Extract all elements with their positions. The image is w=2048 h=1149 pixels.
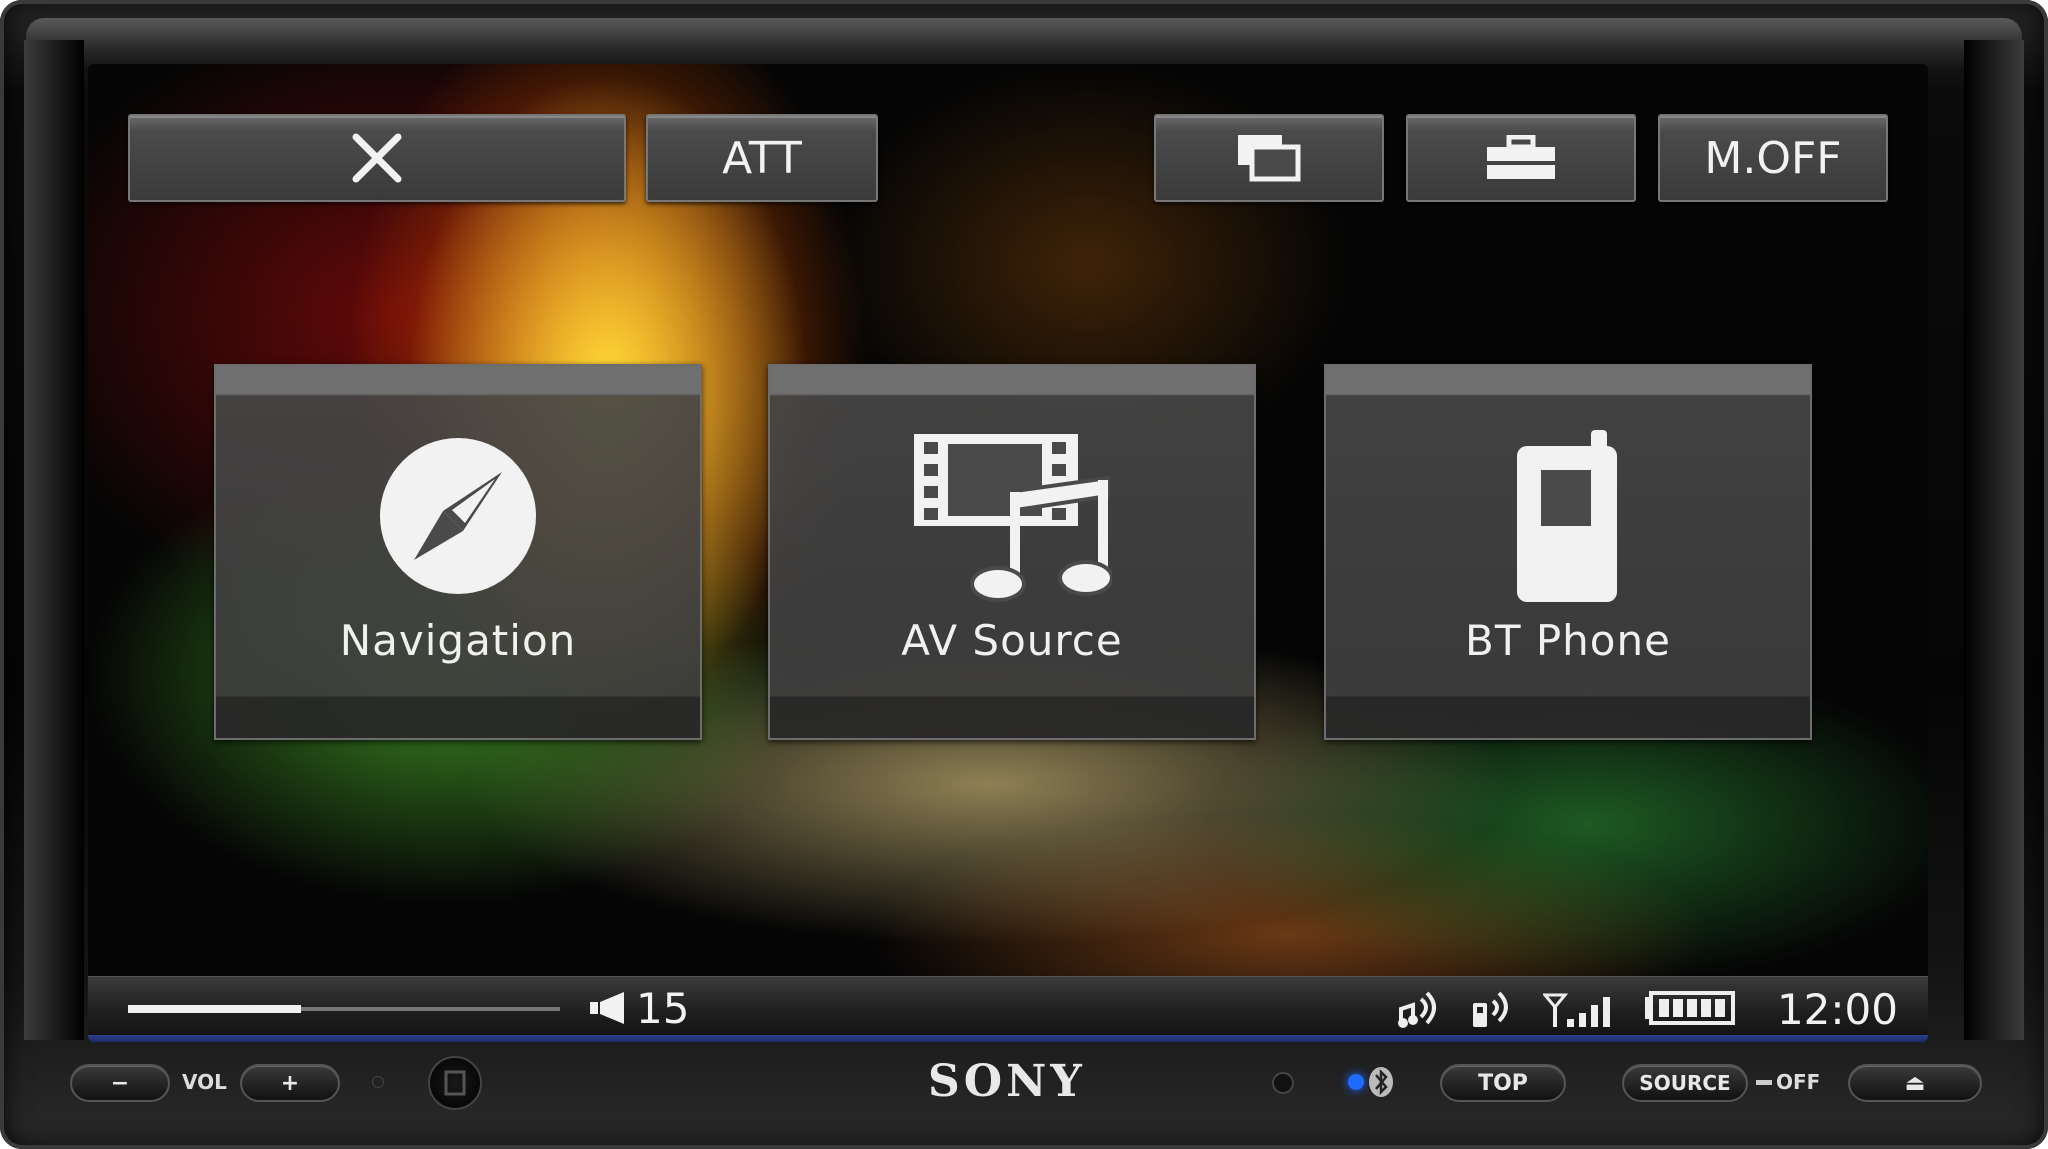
bezel-left (24, 40, 84, 1040)
navigation-label: Navigation (339, 616, 577, 665)
volume-level: 15 (636, 983, 690, 1033)
bt-phone-label: BT Phone (1465, 616, 1671, 665)
signal-icon (1542, 993, 1610, 1027)
att-label: ATT (722, 132, 802, 184)
bezel-right (1964, 40, 2024, 1040)
clock: 12:00 (1776, 984, 1898, 1034)
source-button[interactable]: SOURCE (1622, 1064, 1748, 1102)
off-dash (1756, 1080, 1772, 1085)
volume-down-button[interactable]: − (70, 1064, 170, 1102)
playback-progress-fill (128, 1005, 301, 1013)
playback-progress[interactable] (128, 1005, 560, 1013)
mic-hole (372, 1076, 384, 1088)
speaker-icon (590, 992, 624, 1024)
toolbox-icon (1487, 135, 1555, 179)
settings-button[interactable] (1406, 114, 1636, 202)
ir-sensor (1272, 1072, 1294, 1094)
bt-audio-icon (1397, 991, 1436, 1028)
top-button[interactable]: TOP (1440, 1064, 1566, 1102)
film-music-icon (914, 434, 1112, 602)
eject-icon: ⏏ (1904, 1070, 1926, 1096)
av-source-label: AV Source (901, 616, 1123, 665)
head-unit: ATT M.OFF Navigation AV Source BT Phone … (0, 0, 2048, 1149)
compass-icon (380, 438, 536, 594)
usb-port[interactable] (428, 1056, 482, 1110)
mobile-phone-icon (1517, 430, 1617, 602)
bt-phone-tile[interactable]: BT Phone (1324, 364, 1812, 740)
volume-indicator: 15 (588, 983, 689, 1033)
monitor-off-button[interactable]: M.OFF (1658, 114, 1888, 202)
close-icon (352, 133, 402, 183)
vol-label: VOL (182, 1070, 227, 1094)
bluetooth-icon (1369, 1067, 1393, 1097)
display-switch-button[interactable] (1154, 114, 1384, 202)
hardware-controls: − VOL + SONY TOP SOURCE OFF ⏏ (30, 1042, 2018, 1122)
moff-label: M.OFF (1704, 132, 1842, 184)
bt-phone-icon (1472, 991, 1508, 1027)
bluetooth-led (1348, 1074, 1364, 1090)
navigation-tile[interactable]: Navigation (214, 364, 702, 740)
volume-up-button[interactable]: + (240, 1064, 340, 1102)
bezel-top (26, 18, 2022, 68)
battery-icon (1644, 991, 1735, 1025)
accent-line (88, 1035, 1928, 1042)
brand-logo: SONY (928, 1056, 1086, 1107)
touch-screen: ATT M.OFF Navigation AV Source BT Phone … (88, 64, 1928, 1042)
port-icon (444, 1070, 466, 1096)
av-source-tile[interactable]: AV Source (768, 364, 1256, 740)
bluetooth-indicator (1348, 1066, 1394, 1097)
off-label: OFF (1776, 1070, 1821, 1094)
display-switch-icon (1238, 135, 1301, 182)
eject-button[interactable]: ⏏ (1848, 1064, 1982, 1102)
close-button[interactable] (128, 114, 626, 202)
status-bar: 15 12:00 (88, 976, 1928, 1042)
att-button[interactable]: ATT (646, 114, 878, 202)
